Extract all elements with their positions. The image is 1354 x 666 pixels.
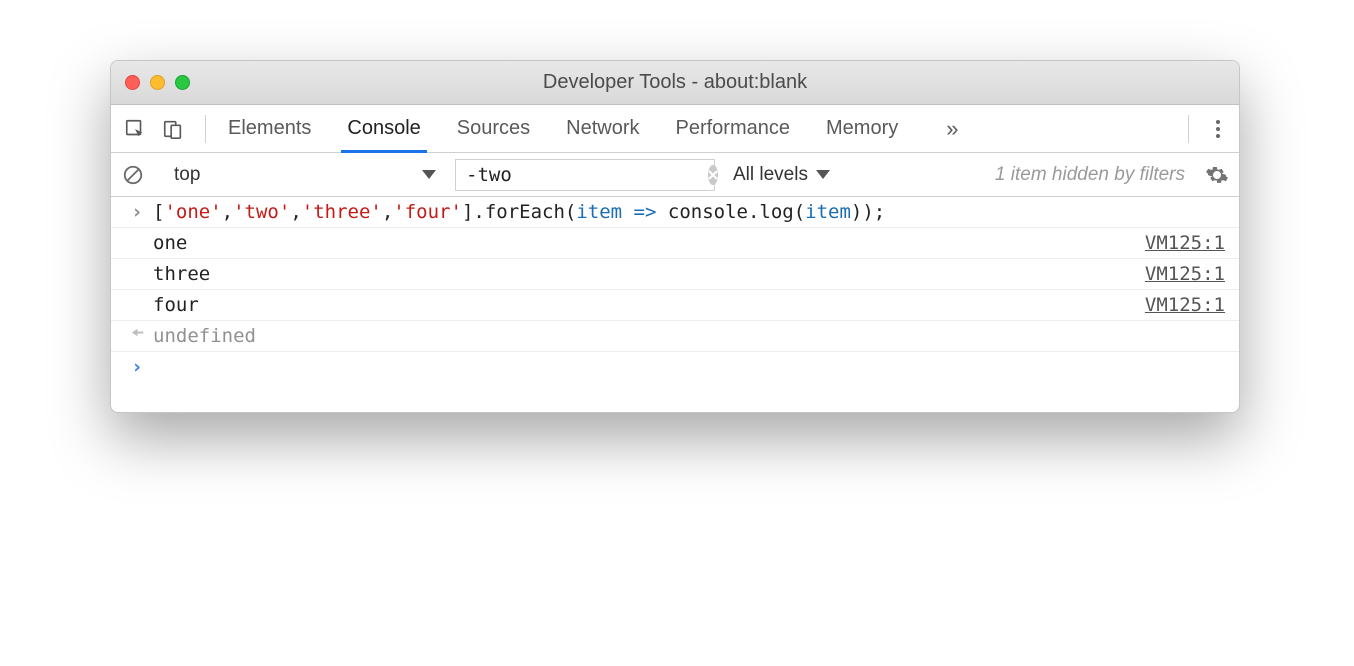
input-prompt-icon: › [121, 201, 153, 223]
hidden-by-filters-message: 1 item hidden by filters [995, 164, 1185, 186]
return-value: undefined [153, 325, 1225, 347]
chevron-down-icon [816, 170, 830, 179]
devtools-window: Developer Tools - about:blank Elements C… [110, 60, 1240, 413]
execution-context-selector[interactable]: top [165, 159, 445, 191]
device-toolbar-icon[interactable] [159, 115, 187, 143]
more-options-button[interactable] [1207, 116, 1229, 142]
console-prompt-row[interactable]: › [111, 352, 1239, 382]
log-source-link[interactable]: VM125:1 [1145, 263, 1225, 285]
filter-input[interactable] [466, 164, 708, 186]
levels-label: All levels [733, 164, 808, 186]
console-filter-bar: top All levels 1 item hidden by filters [111, 153, 1239, 197]
clear-console-icon[interactable] [121, 163, 145, 187]
toolbar-separator [1188, 115, 1189, 143]
tabs-overflow-button[interactable]: » [940, 116, 964, 142]
clear-filter-icon[interactable] [708, 165, 718, 185]
console-log-row: three VM125:1 [111, 259, 1239, 290]
filter-input-wrapper[interactable] [455, 159, 715, 191]
console-log-row: four VM125:1 [111, 290, 1239, 321]
panel-tabs: Elements Console Sources Network Perform… [224, 105, 964, 152]
console-input-row: › ['one','two','three','four'].forEach(i… [111, 197, 1239, 228]
log-source-link[interactable]: VM125:1 [1145, 294, 1225, 316]
prompt-icon: › [121, 356, 153, 378]
log-text: three [153, 263, 1145, 285]
return-arrow-icon [121, 325, 153, 340]
main-toolbar: Elements Console Sources Network Perform… [111, 105, 1239, 153]
console-output: › ['one','two','three','four'].forEach(i… [111, 197, 1239, 412]
tab-memory[interactable]: Memory [822, 105, 902, 152]
tab-performance[interactable]: Performance [672, 105, 795, 152]
chevron-down-icon [422, 170, 436, 179]
window-title: Developer Tools - about:blank [111, 71, 1239, 94]
context-label: top [174, 164, 200, 186]
tab-elements[interactable]: Elements [224, 105, 315, 152]
titlebar: Developer Tools - about:blank [111, 61, 1239, 105]
log-source-link[interactable]: VM125:1 [1145, 232, 1225, 254]
console-return-row: undefined [111, 321, 1239, 352]
tab-network[interactable]: Network [562, 105, 643, 152]
log-levels-selector[interactable]: All levels [725, 164, 838, 186]
log-text: four [153, 294, 1145, 316]
tab-sources[interactable]: Sources [453, 105, 534, 152]
log-text: one [153, 232, 1145, 254]
console-log-row: one VM125:1 [111, 228, 1239, 259]
console-input-code[interactable]: ['one','two','three','four'].forEach(ite… [153, 201, 1225, 223]
inspect-element-icon[interactable] [121, 115, 149, 143]
tab-console[interactable]: Console [343, 105, 424, 152]
console-settings-icon[interactable] [1205, 163, 1229, 187]
toolbar-separator [205, 115, 206, 143]
